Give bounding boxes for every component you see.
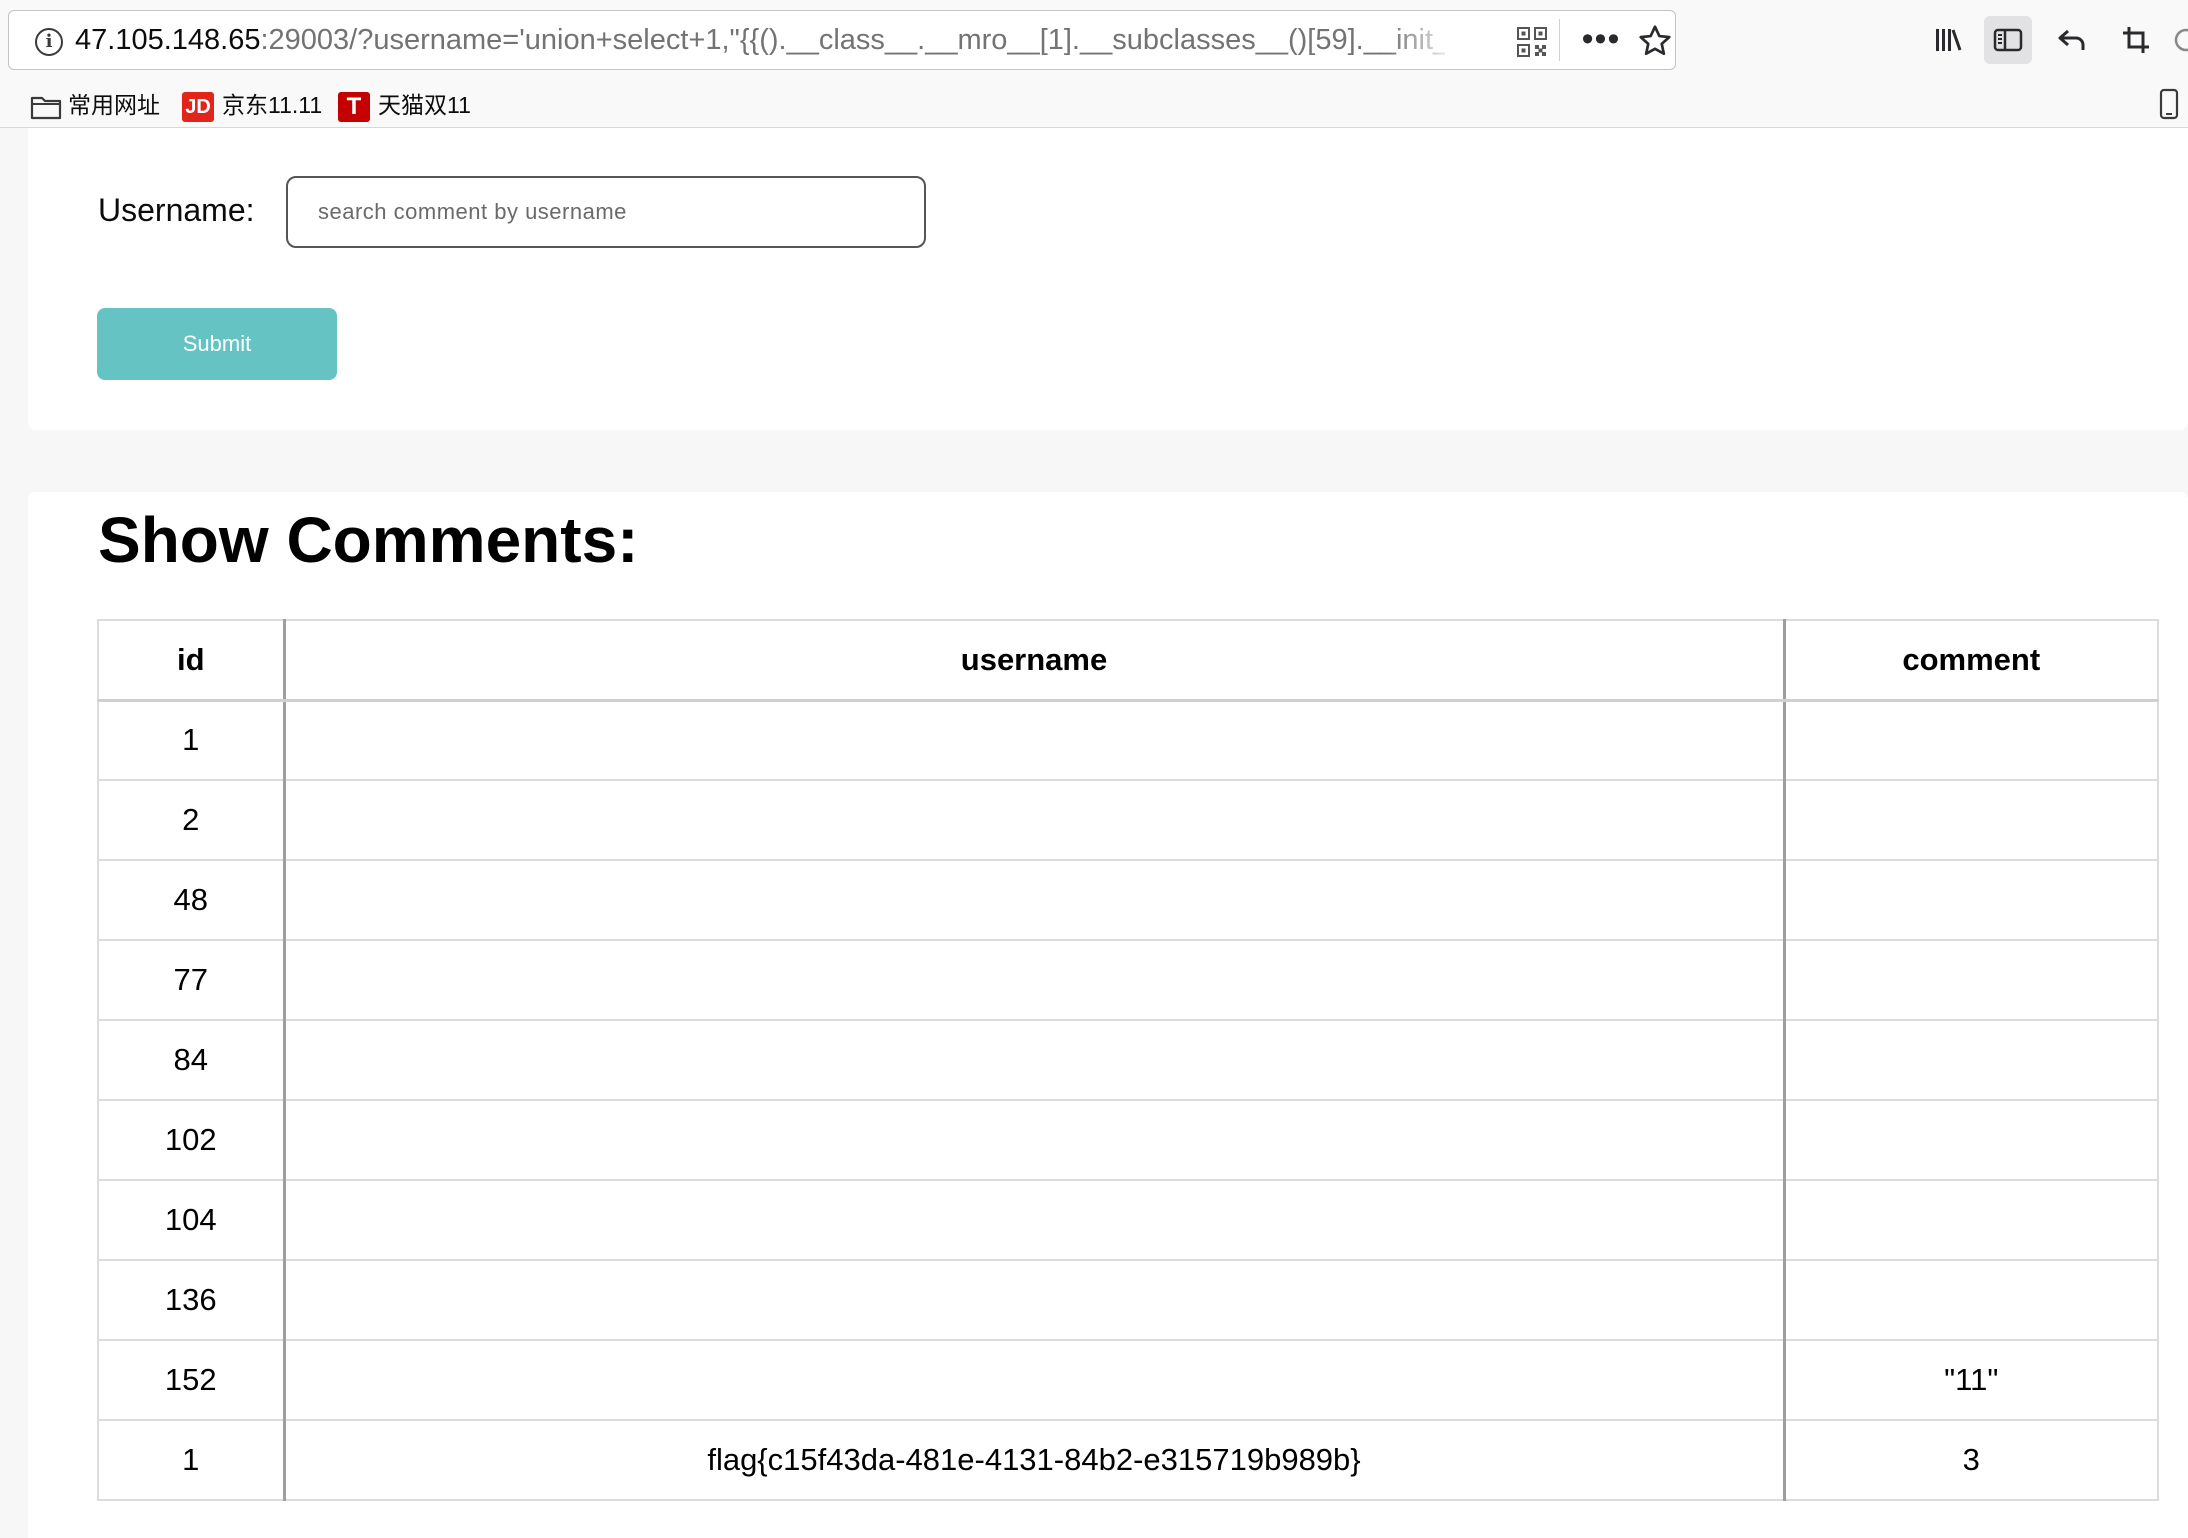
table-row: 2 — [97, 779, 2159, 861]
cell-id: 1 — [97, 699, 285, 781]
cell-username — [282, 699, 1786, 781]
cell-username — [282, 859, 1786, 941]
table-row: 1 — [97, 699, 2159, 781]
url-path: :29003/?username='union+select+1,"{{()._… — [260, 24, 1445, 56]
cell-username: flag{c15f43da-481e-4131-84b2-e315719b989… — [282, 1419, 1786, 1501]
cell-comment — [1783, 699, 2159, 781]
cell-username — [282, 1339, 1786, 1421]
tmall-icon: T — [338, 91, 370, 122]
cell-username — [282, 1019, 1786, 1101]
bookmark-folder[interactable]: 常用网址 — [30, 88, 160, 122]
table-row: 84 — [97, 1019, 2159, 1101]
overflow-icon[interactable] — [2170, 16, 2188, 64]
cell-comment — [1783, 779, 2159, 861]
bookmark-tmall[interactable]: T 天猫双11 — [338, 88, 471, 122]
address-bar[interactable]: i 47.105.148.65:29003/?username='union+s… — [8, 10, 1676, 70]
url-separator — [1559, 19, 1560, 61]
cell-comment — [1783, 1179, 2159, 1261]
cell-username — [282, 1259, 1786, 1341]
cell-username — [282, 1179, 1786, 1261]
cell-id: 77 — [97, 939, 285, 1021]
bookmark-tmall-label: 天猫双11 — [378, 92, 471, 118]
library-icon[interactable] — [1924, 16, 1972, 64]
table-row: 152 "11" — [97, 1339, 2159, 1421]
comments-table: id username comment 1 2 48 77 84 102 104… — [97, 619, 2159, 1501]
more-icon[interactable]: ••• — [1581, 21, 1621, 61]
cell-id: 104 — [97, 1179, 285, 1261]
back-arrow-icon[interactable] — [2048, 16, 2096, 64]
column-header-username: username — [282, 619, 1786, 702]
cell-username — [282, 939, 1786, 1021]
bookmark-folder-label: 常用网址 — [68, 92, 160, 118]
cell-comment: "11" — [1783, 1339, 2159, 1421]
cell-comment — [1783, 1019, 2159, 1101]
info-icon[interactable]: i — [35, 28, 63, 56]
table-row: 77 — [97, 939, 2159, 1021]
cell-id: 1 — [97, 1419, 285, 1501]
folder-icon — [30, 96, 62, 120]
cell-comment — [1783, 1099, 2159, 1181]
url-fade — [1389, 13, 1459, 67]
table-row: 102 — [97, 1099, 2159, 1181]
bookmark-star-icon[interactable] — [1637, 23, 1673, 59]
cell-comment — [1783, 1259, 2159, 1341]
bookmark-jd[interactable]: JD 京东11.11 — [182, 88, 322, 122]
column-header-comment: comment — [1783, 619, 2159, 702]
bookmarks-bar: 常用网址 JD 京东11.11 T 天猫双11 — [0, 82, 2188, 126]
search-card — [28, 128, 2188, 430]
sidebar-icon[interactable] — [1984, 16, 2032, 64]
table-header-row: id username comment — [97, 619, 2159, 702]
cell-comment: 3 — [1783, 1419, 2159, 1501]
table-row: 48 — [97, 859, 2159, 941]
table-row: 136 — [97, 1259, 2159, 1341]
cell-id: 2 — [97, 779, 285, 861]
browser-toolbar: i 47.105.148.65:29003/?username='union+s… — [0, 0, 2188, 128]
cell-id: 152 — [97, 1339, 285, 1421]
comments-title: Show Comments: — [98, 504, 639, 576]
username-label: Username: — [98, 192, 255, 228]
cell-id: 84 — [97, 1019, 285, 1101]
crop-icon[interactable] — [2112, 16, 2160, 64]
cell-comment — [1783, 859, 2159, 941]
username-search-input[interactable] — [286, 176, 926, 248]
url-host: 47.105.148.65 — [75, 24, 261, 56]
cell-username — [282, 779, 1786, 861]
cell-id: 102 — [97, 1099, 285, 1181]
url-text[interactable]: 47.105.148.65:29003/?username='union+sel… — [75, 11, 1445, 69]
jd-icon: JD — [182, 91, 214, 122]
cell-id: 48 — [97, 859, 285, 941]
submit-button[interactable]: Submit — [97, 308, 337, 380]
mobile-icon[interactable] — [2158, 88, 2180, 120]
table-row: 1 flag{c15f43da-481e-4131-84b2-e315719b9… — [97, 1419, 2159, 1501]
table-row: 104 — [97, 1179, 2159, 1261]
bookmark-jd-label: 京东11.11 — [222, 92, 323, 118]
cell-id: 136 — [97, 1259, 285, 1341]
column-header-id: id — [97, 619, 285, 702]
qr-code-icon[interactable] — [1517, 27, 1547, 57]
cell-username — [282, 1099, 1786, 1181]
cell-comment — [1783, 939, 2159, 1021]
